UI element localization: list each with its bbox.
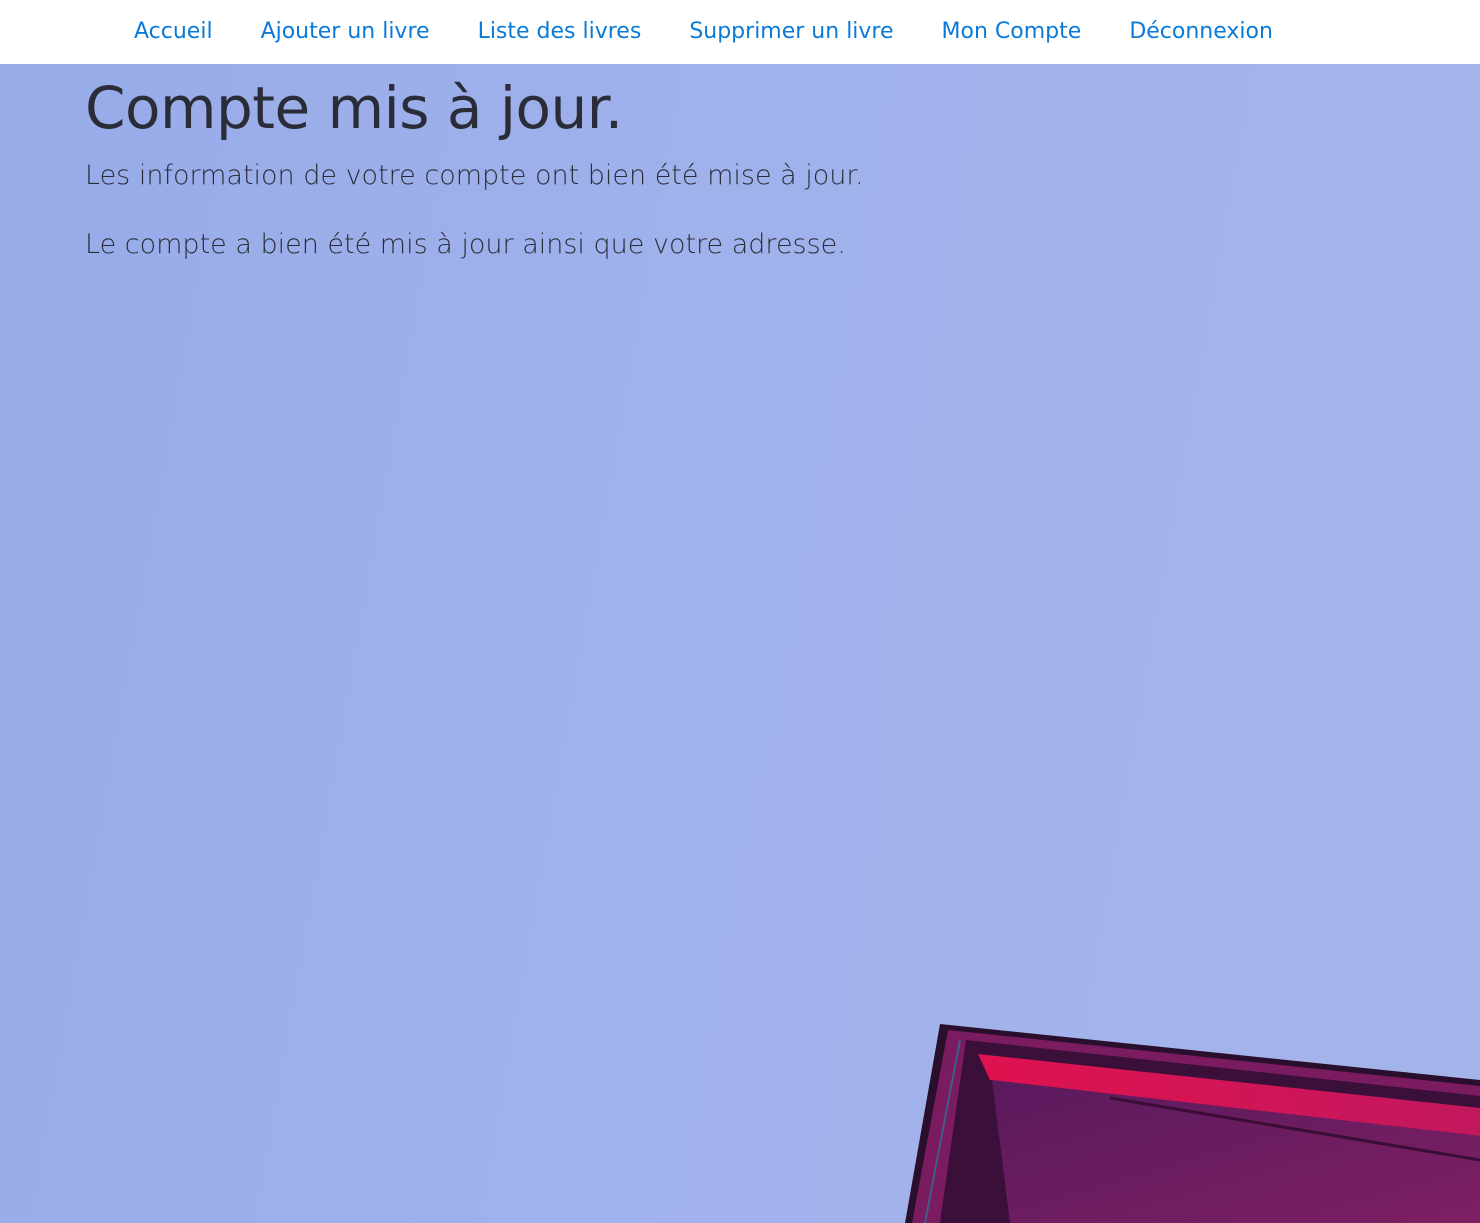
main-content: Compte mis à jour. Les information de vo… bbox=[85, 64, 864, 265]
nav-menu: Accueil Ajouter un livre Liste des livre… bbox=[0, 0, 1297, 64]
nav-link-deconnexion[interactable]: Déconnexion bbox=[1105, 0, 1297, 64]
top-navbar: Accueil Ajouter un livre Liste des livre… bbox=[0, 0, 1480, 64]
nav-link-accueil[interactable]: Accueil bbox=[110, 0, 237, 64]
nav-link-mon-compte[interactable]: Mon Compte bbox=[918, 0, 1106, 64]
nav-item-deconnexion: Déconnexion bbox=[1105, 0, 1297, 64]
page-title: Compte mis à jour. bbox=[85, 74, 623, 142]
nav-item-ajouter-livre: Ajouter un livre bbox=[237, 0, 454, 64]
lead-text: Les information de votre compte ont bien… bbox=[85, 160, 864, 191]
nav-link-supprimer-livre[interactable]: Supprimer un livre bbox=[665, 0, 917, 64]
nav-item-supprimer-livre: Supprimer un livre bbox=[665, 0, 917, 64]
confirmation-message: Le compte a bien été mis à jour ainsi qu… bbox=[85, 229, 846, 260]
nav-link-ajouter-livre[interactable]: Ajouter un livre bbox=[237, 0, 454, 64]
nav-item-mon-compte: Mon Compte bbox=[918, 0, 1106, 64]
nav-link-liste-livres[interactable]: Liste des livres bbox=[454, 0, 666, 64]
nav-item-liste-livres: Liste des livres bbox=[454, 0, 666, 64]
nav-item-accueil: Accueil bbox=[110, 0, 237, 64]
